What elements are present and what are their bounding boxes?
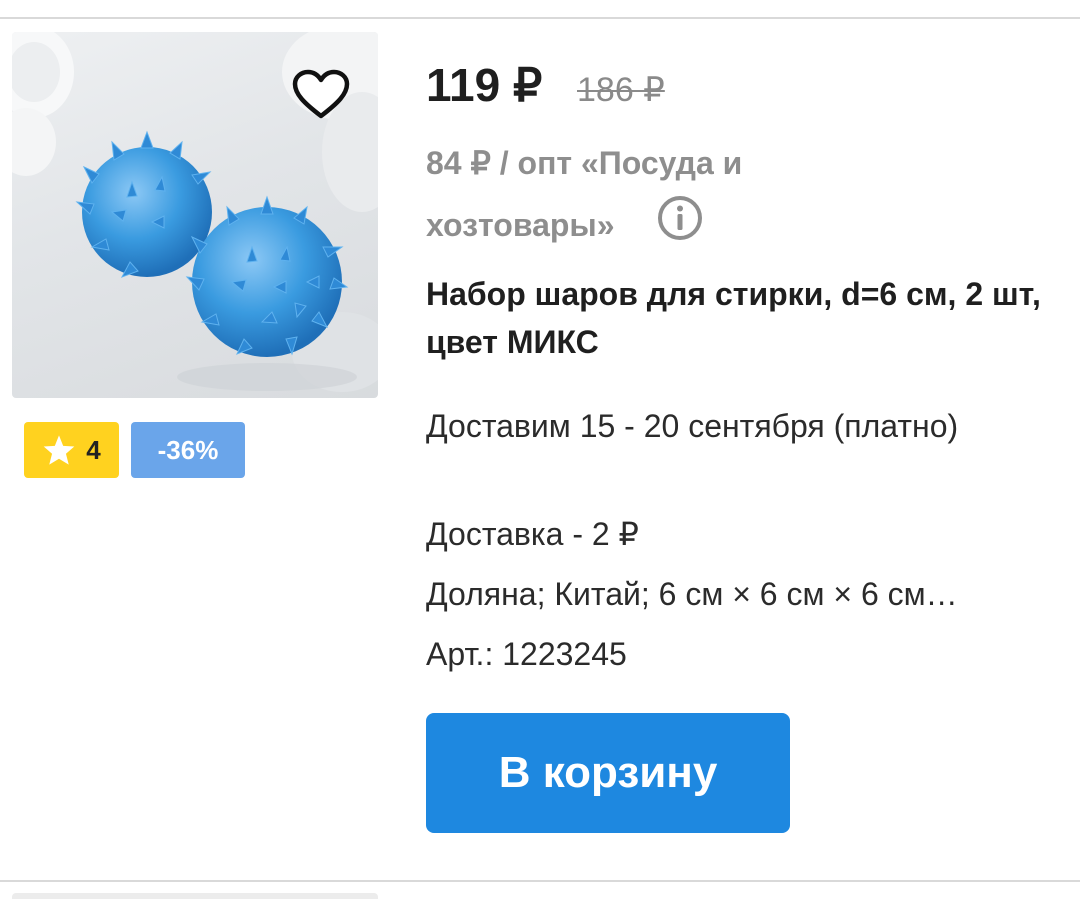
heart-outline-icon: [292, 69, 350, 119]
info-circle-icon[interactable]: [656, 194, 704, 242]
delivery-date: Доставим 15 - 20 сентября (платно): [426, 408, 959, 444]
next-card-edge: [12, 893, 378, 899]
product-properties: Доляна; Китай; 6 см × 6 см × 6 см…: [426, 576, 958, 612]
rating-badge: 4: [24, 422, 119, 478]
product-sku: Арт.: 1223245: [426, 636, 627, 672]
delivery-cost: Доставка - 2 ₽: [426, 516, 639, 552]
top-divider: [0, 17, 1080, 19]
star-icon: [42, 434, 76, 466]
add-to-cart-button[interactable]: В корзину: [426, 713, 790, 833]
old-price: 186 ₽: [577, 71, 665, 109]
bottom-divider: [0, 880, 1080, 882]
product-title[interactable]: Набор шаров для стирки, d=6 см, 2 шт, цв…: [426, 270, 1056, 366]
rating-value: 4: [86, 434, 101, 465]
discount-badge: -36%: [131, 422, 245, 478]
favorite-button[interactable]: [290, 66, 352, 124]
current-price: 119 ₽: [426, 59, 543, 111]
wholesale-price: 84 ₽ / опт «Посуда и хозтовары»: [426, 145, 743, 243]
